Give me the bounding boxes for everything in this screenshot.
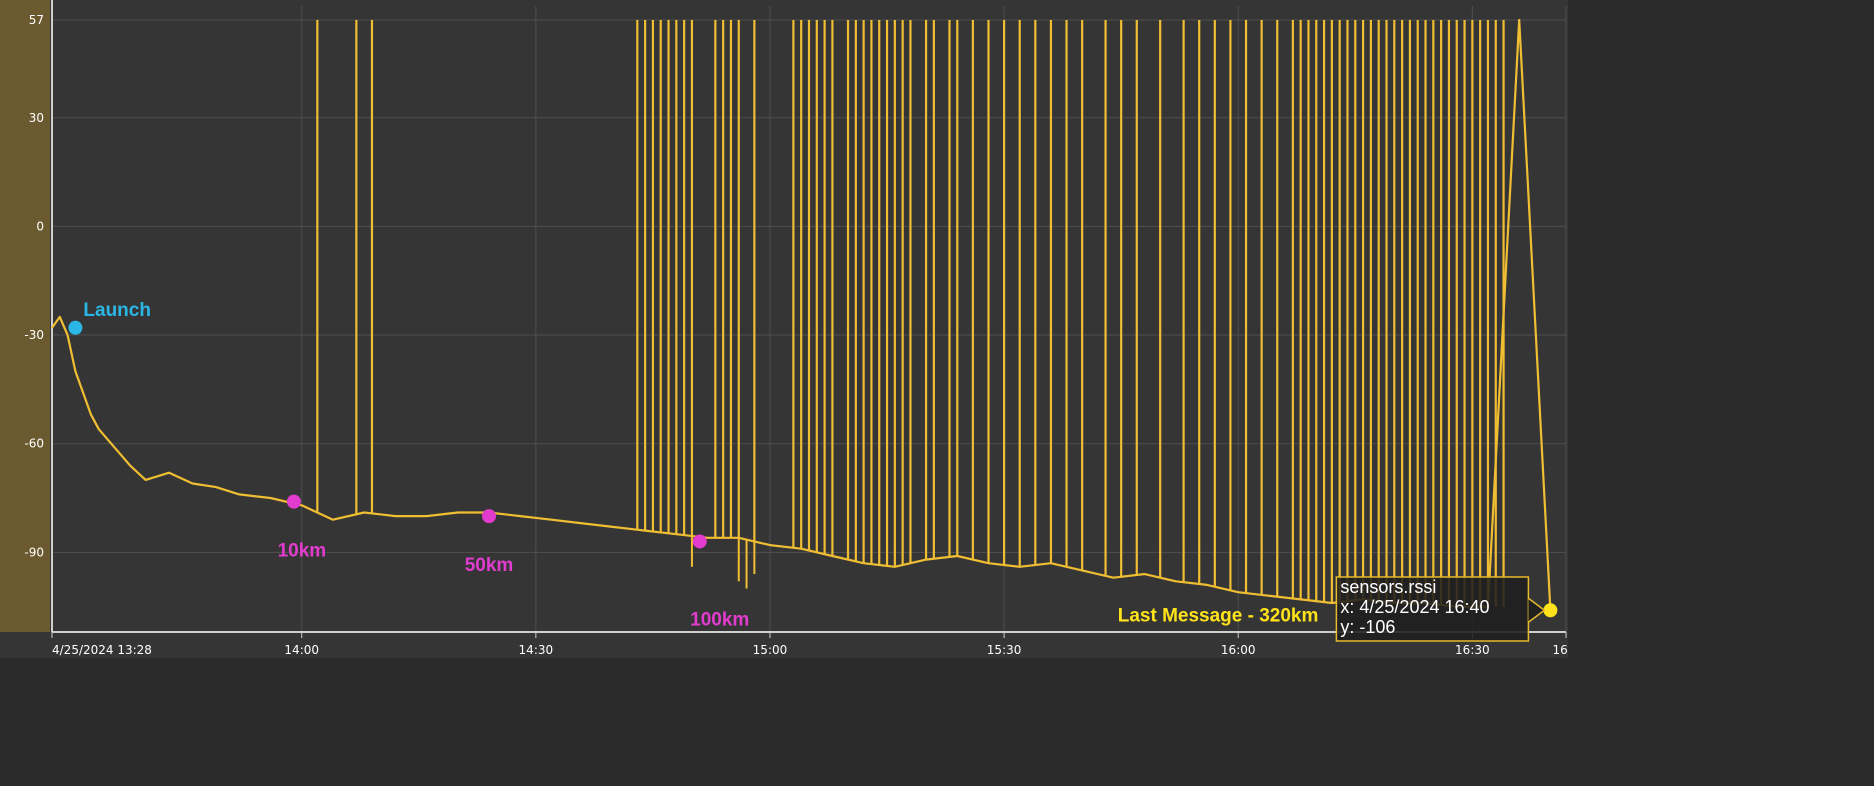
y-tick-label: -30 [24, 328, 44, 342]
marker-distance [286, 494, 301, 509]
marker-launch [68, 320, 83, 335]
marker-distance [482, 509, 497, 524]
tooltip-y: y: -106 [1340, 617, 1395, 637]
marker-label-distance: 50km [465, 555, 514, 576]
rssi-chart[interactable]: 57 30 0 -30 -60 -90 4/25/2024 13:28 14:00 14:30… [0, 0, 1568, 658]
x-tick-label: 16:30 [1455, 643, 1490, 657]
y-tick-label: 57 [29, 13, 44, 27]
chart-svg[interactable]: 57 30 0 -30 -60 -90 4/25/2024 13:28 14:00 14:30… [0, 0, 1568, 658]
x-tick-label: 4/25/2024 13:28 [52, 643, 152, 657]
marker-label-distance: 10km [278, 541, 327, 562]
x-tick-label: 15:00 [753, 643, 788, 657]
y-tick-label: -60 [24, 437, 44, 451]
tooltip-series: sensors.rssi [1340, 577, 1436, 597]
hover-tooltip: sensors.rssi x: 4/25/2024 16:40 y: -106 [1335, 576, 1546, 642]
x-tick-label: 15:30 [987, 643, 1022, 657]
y-tick-label: 30 [29, 111, 44, 125]
y-tick-label: 0 [36, 219, 44, 233]
x-tick-label: 14:00 [284, 643, 319, 657]
marker-label-last: Last Message - 320km [1118, 605, 1319, 626]
y-tick-label: -90 [24, 545, 44, 559]
y-axis-band [0, 0, 50, 632]
x-tick-label: 16:00 [1221, 643, 1256, 657]
x-tick-label: 16:4 [1553, 643, 1568, 657]
x-tick-label: 14:30 [519, 643, 554, 657]
marker-label-distance: 100km [690, 609, 749, 630]
marker-label-launch: Launch [83, 300, 151, 321]
tooltip-x: x: 4/25/2024 16:40 [1340, 597, 1489, 617]
marker-distance [692, 534, 707, 549]
